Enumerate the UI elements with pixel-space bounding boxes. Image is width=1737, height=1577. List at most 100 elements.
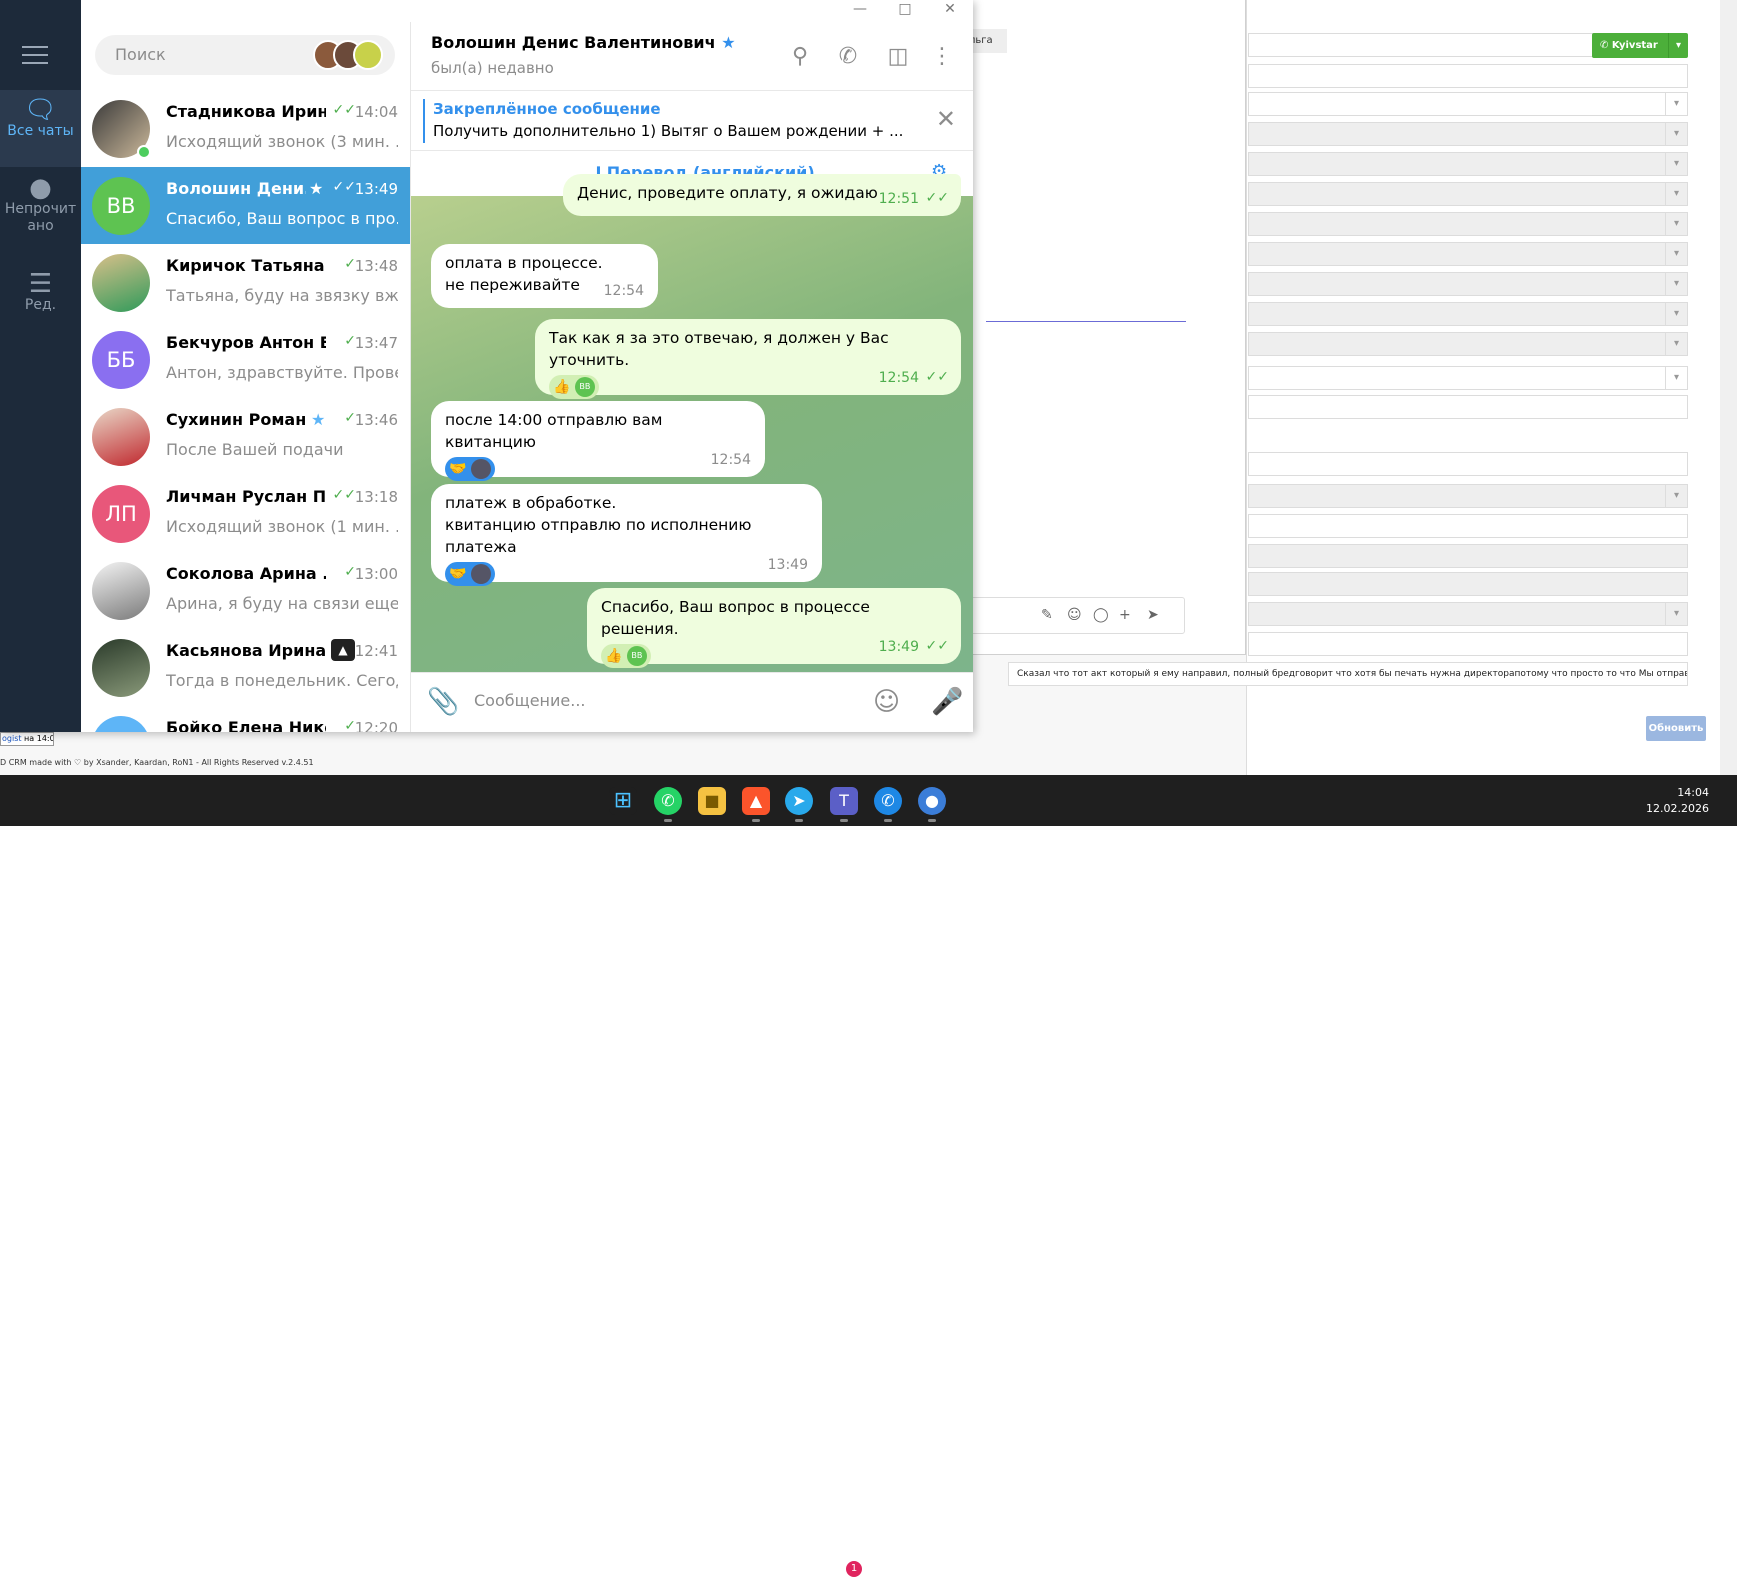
phone-icon[interactable]: ✆ xyxy=(835,44,861,69)
chat-item[interactable]: Бойко Елена Нико... ✓ 12:20 xyxy=(81,706,410,732)
reaction[interactable]: 👍 ВВ xyxy=(601,644,651,668)
chevron-down-icon[interactable]: ▾ xyxy=(1668,33,1688,58)
folder-edit[interactable]: ☰ Ред. xyxy=(0,271,81,314)
emoji-icon[interactable]: ☺ xyxy=(1067,607,1082,623)
status-link[interactable]: ogist xyxy=(2,734,22,743)
message-incoming[interactable]: платеж в обработке. квитанцию отправлю п… xyxy=(431,484,822,586)
message-incoming[interactable]: оплата в процессе. не переживайте 12:54 xyxy=(431,244,658,308)
teams-icon[interactable]: T xyxy=(830,787,858,815)
search-icon[interactable]: ⚲ xyxy=(787,44,813,69)
crm-message-composer[interactable]: ✎ ☺ ◯ + ➤ xyxy=(960,597,1185,634)
chat-item[interactable]: Стадникова Ирин... ✓✓ 14:04 Исходящий зв… xyxy=(81,90,410,167)
chat-item[interactable]: ЛП Личман Руслан П... ✓✓ 13:18 Исходящий… xyxy=(81,475,410,552)
update-button[interactable]: Обновить xyxy=(1646,716,1706,741)
chat-item[interactable]: Сухинин Роман... ★ ✓ 13:46 После Вашей п… xyxy=(81,398,410,475)
attach-icon[interactable]: 📎 xyxy=(427,687,459,717)
folder-all-chats[interactable]: 🗨 Все чаты xyxy=(0,90,81,167)
folder-label: Все чаты xyxy=(7,123,74,139)
message-input[interactable]: Сообщение... xyxy=(474,691,586,710)
page-scrollbar[interactable] xyxy=(1720,0,1737,775)
sidebar-toggle-icon[interactable]: ◫ xyxy=(885,44,911,69)
thumbs-up-icon: 👍 xyxy=(605,648,623,664)
crm-note-field[interactable]: Сказал что тот акт который я ему направи… xyxy=(1008,662,1688,686)
message-composer[interactable]: 📎 Сообщение... ☺ 🎤 xyxy=(411,672,973,732)
message-time: 12:54 xyxy=(710,452,751,468)
crm-field-6[interactable]: ▾ xyxy=(1248,242,1688,266)
telegram-icon[interactable]: ➤ xyxy=(785,787,813,815)
more-icon[interactable]: ⋮ xyxy=(929,44,955,69)
chat-name: Соколова Арина ... xyxy=(166,564,326,583)
chat-item-selected[interactable]: ВВ Волошин Дени... ★ ✓✓ 13:49 Спасибо, В… xyxy=(81,167,410,244)
crm-field-12[interactable]: ▾ xyxy=(1248,484,1688,508)
message-outgoing[interactable]: Денис, проведите оплату, я ожидаю 12:51 … xyxy=(563,174,961,216)
crm-field-1[interactable] xyxy=(1248,64,1688,88)
crm-field-5[interactable]: ▾ xyxy=(1248,212,1688,236)
search-input[interactable]: Поиск xyxy=(95,35,395,75)
running-indicator xyxy=(884,819,892,822)
crm-field-8[interactable]: ▾ xyxy=(1248,302,1688,326)
add-icon[interactable]: + xyxy=(1119,607,1131,623)
format-icon[interactable]: ✎ xyxy=(1041,607,1053,623)
chevron-down-icon: ▾ xyxy=(1665,243,1687,265)
crm-divider xyxy=(986,321,1186,322)
chat-preview: Антон, здравствуйте. Прове... xyxy=(166,363,398,382)
chat-item[interactable]: ББ Бекчуров Антон Б... ✓ 13:47 Антон, зд… xyxy=(81,321,410,398)
maximize-icon[interactable]: □ xyxy=(885,0,925,22)
chat-header[interactable]: Волошин Денис Валентинович ★ был(а) неда… xyxy=(411,22,973,91)
reaction[interactable]: 🤝 xyxy=(445,562,495,586)
crm-field-14[interactable] xyxy=(1248,544,1688,568)
crm-select-1[interactable]: ▾ xyxy=(1248,92,1688,116)
whatsapp-icon[interactable]: ✆ xyxy=(654,787,682,815)
system-clock[interactable]: 14:04 12.02.2026 xyxy=(1646,785,1709,817)
emoji-icon[interactable]: ☺ xyxy=(873,687,900,717)
avatar xyxy=(92,562,150,620)
crm-phone-field[interactable] xyxy=(1248,33,1598,57)
brave-browser-icon[interactable]: ▲ xyxy=(742,787,770,815)
crm-field-11[interactable] xyxy=(1248,452,1688,476)
folder-unread[interactable]: ● Непрочит ано xyxy=(0,175,81,235)
chat-item[interactable]: Соколова Арина ... ✓ 13:00 Арина, я буду… xyxy=(81,552,410,629)
notification-badge: 1 xyxy=(846,1561,862,1577)
pinned-message-bar[interactable]: Закреплённое сообщение Получить дополнит… xyxy=(411,91,973,151)
comment-icon[interactable]: ◯ xyxy=(1093,607,1109,623)
close-icon[interactable]: ✕ xyxy=(936,105,956,133)
chat-preview: Арина, я буду на связи еще ... xyxy=(166,594,398,613)
chat-app-icon[interactable]: ● xyxy=(918,787,946,815)
reaction[interactable]: 👍 ВВ xyxy=(549,375,599,399)
story-avatar[interactable] xyxy=(353,40,383,70)
microphone-icon[interactable]: 🎤 xyxy=(931,687,963,717)
phone-app-icon[interactable]: ✆ xyxy=(874,787,902,815)
avatar xyxy=(92,639,150,697)
crm-field-16[interactable] xyxy=(1248,632,1688,656)
crm-field-4[interactable]: ▾ xyxy=(1248,182,1688,206)
crm-field-13[interactable] xyxy=(1248,514,1688,538)
menu-icon[interactable] xyxy=(22,46,48,70)
message-text: платеж в обработке. xyxy=(445,494,617,512)
pinned-text: Получить дополнительно 1) Вытяг о Вашем … xyxy=(433,122,904,140)
chat-item[interactable]: Киричок Татьяна ... ✓ 13:48 Татьяна, буд… xyxy=(81,244,410,321)
chat-name: Бекчуров Антон Б... xyxy=(166,333,326,352)
message-outgoing[interactable]: Так как я за это отвечаю, я должен у Вас… xyxy=(535,319,961,399)
file-explorer-icon[interactable]: ■ xyxy=(698,787,726,815)
crm-date-field[interactable] xyxy=(1248,572,1688,596)
running-indicator xyxy=(795,819,803,822)
crm-select-2[interactable]: ▾ xyxy=(1248,366,1688,390)
crm-field-9[interactable]: ▾ xyxy=(1248,332,1688,356)
reaction[interactable]: 🤝 xyxy=(445,457,495,481)
crm-field-7[interactable]: ▾ xyxy=(1248,272,1688,296)
kyivstar-call-button[interactable]: ✆ Kyivstar ▾ xyxy=(1592,33,1688,58)
chat-item[interactable]: Касьянова Ирина ... ▲ 12:41 Тогда в поне… xyxy=(81,629,410,706)
message-incoming[interactable]: после 14:00 отправлю вам квитанцию 🤝 12:… xyxy=(431,401,765,481)
windows-start-icon[interactable]: ⊞ xyxy=(609,787,637,815)
crm-field-10[interactable] xyxy=(1248,395,1688,419)
send-icon[interactable]: ➤ xyxy=(1147,607,1159,623)
chats-icon: 🗨 xyxy=(23,95,57,125)
chevron-down-icon: ▾ xyxy=(1665,123,1687,145)
message-outgoing[interactable]: Спасибо, Ваш вопрос в процессе решения. … xyxy=(587,588,961,668)
chat-time: 14:04 xyxy=(354,103,398,121)
minimize-icon[interactable]: — xyxy=(840,0,880,22)
crm-field-3[interactable]: ▾ xyxy=(1248,152,1688,176)
crm-field-2[interactable]: ▾ xyxy=(1248,122,1688,146)
close-icon[interactable]: ✕ xyxy=(930,0,970,22)
crm-field-15[interactable]: ▾ xyxy=(1248,602,1688,626)
